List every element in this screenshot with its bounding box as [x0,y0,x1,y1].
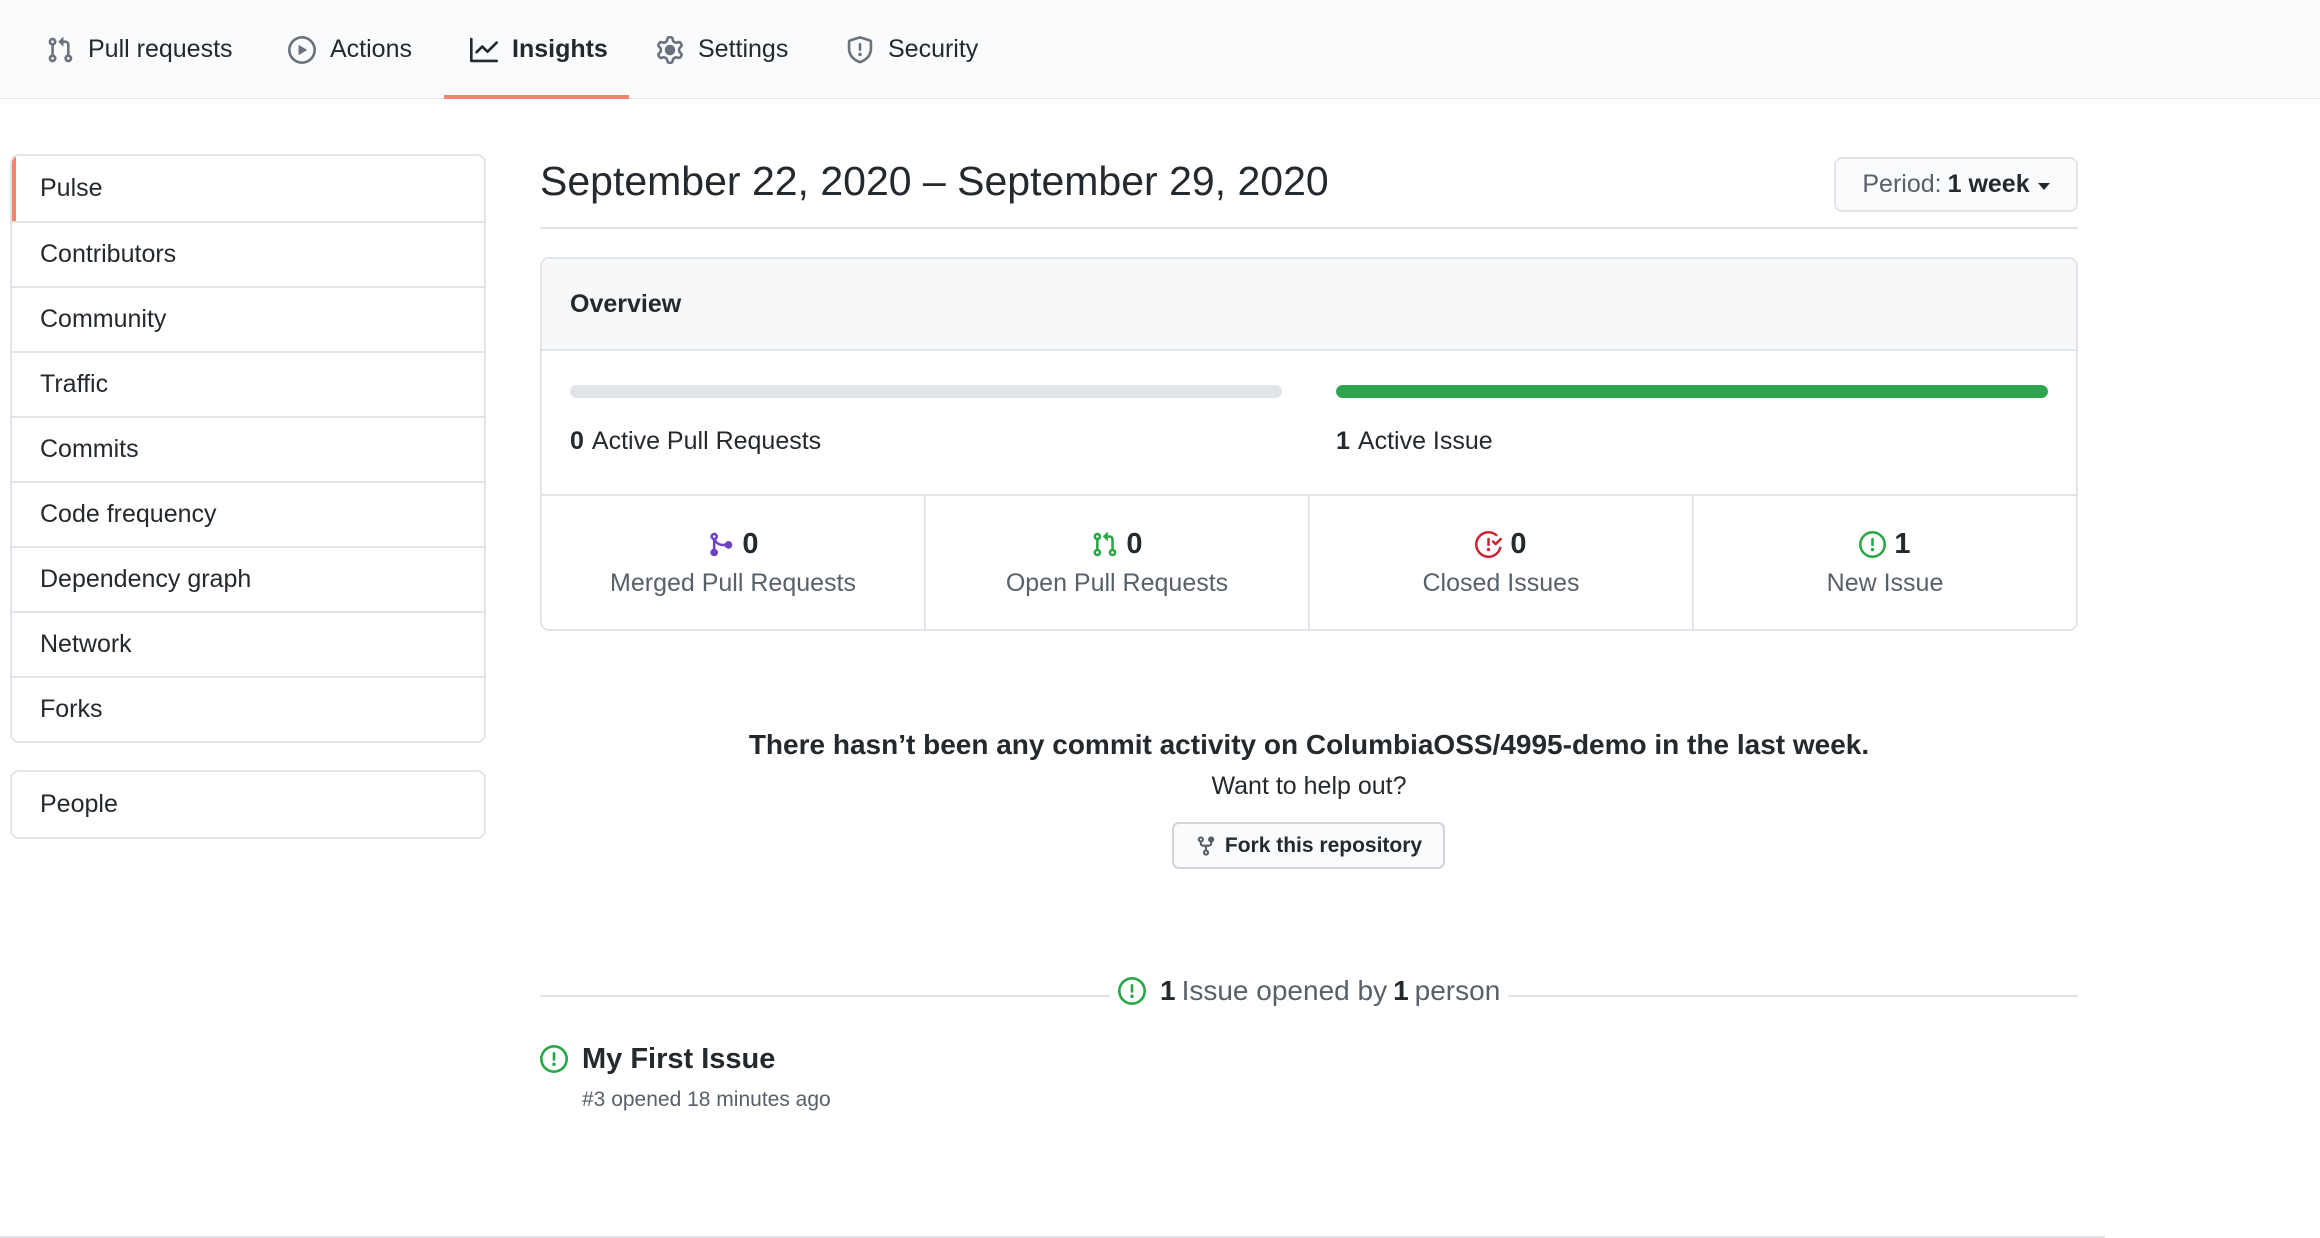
issue-list-item: My First Issue #3 opened 18 minutes ago [540,1043,831,1112]
menu-item-commits[interactable]: Commits [12,416,484,481]
tab-actions[interactable]: Actions [288,0,412,99]
gear-icon [657,35,683,64]
repo-forked-icon [1197,835,1215,856]
tab-insights[interactable]: Insights [470,0,608,99]
menu-item-dependency-graph[interactable]: Dependency graph [12,546,484,611]
fork-button-label: Fork this repository [1224,833,1423,857]
issue-opened-icon [1118,977,1146,1005]
tab-settings[interactable]: Settings [656,0,788,99]
stat-merged-pull-requests[interactable]: 0 Merged Pull Requests [542,496,924,629]
stat-new-issues[interactable]: 1 New Issue [1692,496,2076,629]
tab-security[interactable]: Security [846,0,978,99]
tab-label: Security [888,35,979,63]
divider [540,227,2078,229]
stat-open-pull-requests[interactable]: 0 Open Pull Requests [924,496,1308,629]
caret-down-icon [2037,183,2050,190]
help-out-text: Want to help out? [1211,772,1407,800]
active-pull-requests-count: 0 [570,427,584,455]
menu-item-people[interactable]: People [12,772,484,837]
tab-pull-requests[interactable]: Pull requests [46,0,233,99]
shield-icon [847,35,873,63]
menu-item-pulse[interactable]: Pulse [12,156,484,221]
stat-value: 0 [742,527,759,560]
stat-value: 0 [1510,527,1527,560]
stat-label: Open Pull Requests [1005,568,1229,597]
overview-stats: 0 Merged Pull Requests 0 Open Pull Reque… [542,496,2076,629]
stat-value: 0 [1126,527,1143,560]
issues-bar [1336,385,2048,398]
menu-item-contributors[interactable]: Contributors [12,221,484,286]
menu-item-label: Contributors [40,240,177,268]
repo-nav: Pull requests Actions Insights Settings … [0,0,2320,99]
people-menu: People [10,770,486,839]
issue-opened-icon [540,1045,568,1073]
menu-item-label: People [40,790,118,818]
issues-summary-suffix: person [1414,975,1501,1006]
menu-item-forks[interactable]: Forks [12,676,484,741]
fork-repository-button[interactable]: Fork this repository [1172,822,1445,869]
active-issues-label: Active Issue [1357,427,1493,455]
issue-opened-icon [1859,530,1887,558]
menu-item-label: Code frequency [40,500,217,528]
people-count: 1 [1393,975,1409,1006]
active-issues-link[interactable]: 1 Active Issue [1336,427,1493,456]
insights-menu: Pulse Contributors Community Traffic Com… [10,154,486,743]
issues-summary-text: Issue opened by [1181,975,1388,1006]
stat-label: New Issue [1826,568,1944,597]
graph-icon [470,37,498,62]
pull-requests-bar [570,385,1282,398]
tab-label: Actions [330,35,412,63]
stat-label: Closed Issues [1422,568,1580,597]
active-tab-indicator [444,95,629,99]
issues-bar-fill [1336,385,2048,398]
issue-closed-icon [1475,530,1503,558]
git-merge-icon [710,532,733,556]
menu-item-label: Traffic [40,370,109,398]
menu-item-label: Network [40,630,132,658]
menu-item-label: Commits [40,435,139,463]
menu-item-label: Dependency graph [40,565,252,593]
stat-closed-issues[interactable]: 0 Closed Issues [1308,496,1692,629]
tab-label: Insights [512,35,608,63]
issue-meta: #3 opened 18 minutes ago [582,1088,831,1111]
active-pull-requests-link[interactable]: 0 Active Pull Requests [570,427,821,456]
overview-bars: 0 Active Pull Requests 1 Active Issue [542,351,2076,496]
menu-item-label: Pulse [40,174,103,202]
tab-label: Settings [698,35,789,63]
active-pull-requests-label: Active Pull Requests [591,427,822,455]
period-prefix: Period: [1862,170,1942,198]
git-pull-request-icon [1093,531,1117,556]
issue-title-link[interactable]: My First Issue [582,1043,831,1076]
period-select-button[interactable]: Period: 1 week [1834,157,2078,212]
active-issues-count: 1 [1336,427,1350,455]
issues-count: 1 [1160,975,1176,1006]
tab-label: Pull requests [88,35,233,63]
menu-item-community[interactable]: Community [12,286,484,351]
play-icon [288,35,316,64]
git-pull-request-icon [48,36,73,62]
menu-item-network[interactable]: Network [12,611,484,676]
menu-item-label: Forks [40,695,103,723]
date-range-title: September 22, 2020 – September 29, 2020 [540,158,1329,204]
stat-value: 1 [1894,527,1911,560]
overview-panel: Overview 0 Active Pull Requests 1 Active I… [540,257,2078,631]
overview-title: Overview [542,259,2076,351]
menu-item-traffic[interactable]: Traffic [12,351,484,416]
menu-item-label: Community [40,305,167,333]
commit-activity-message: There hasn’t been any commit activity on… [748,729,1870,760]
period-value: 1 week [1947,170,2030,198]
issues-opened-summary: 1 Issue opened by 1 person [1110,975,1509,1007]
stat-label: Merged Pull Requests [610,568,856,597]
menu-item-code-frequency[interactable]: Code frequency [12,481,484,546]
